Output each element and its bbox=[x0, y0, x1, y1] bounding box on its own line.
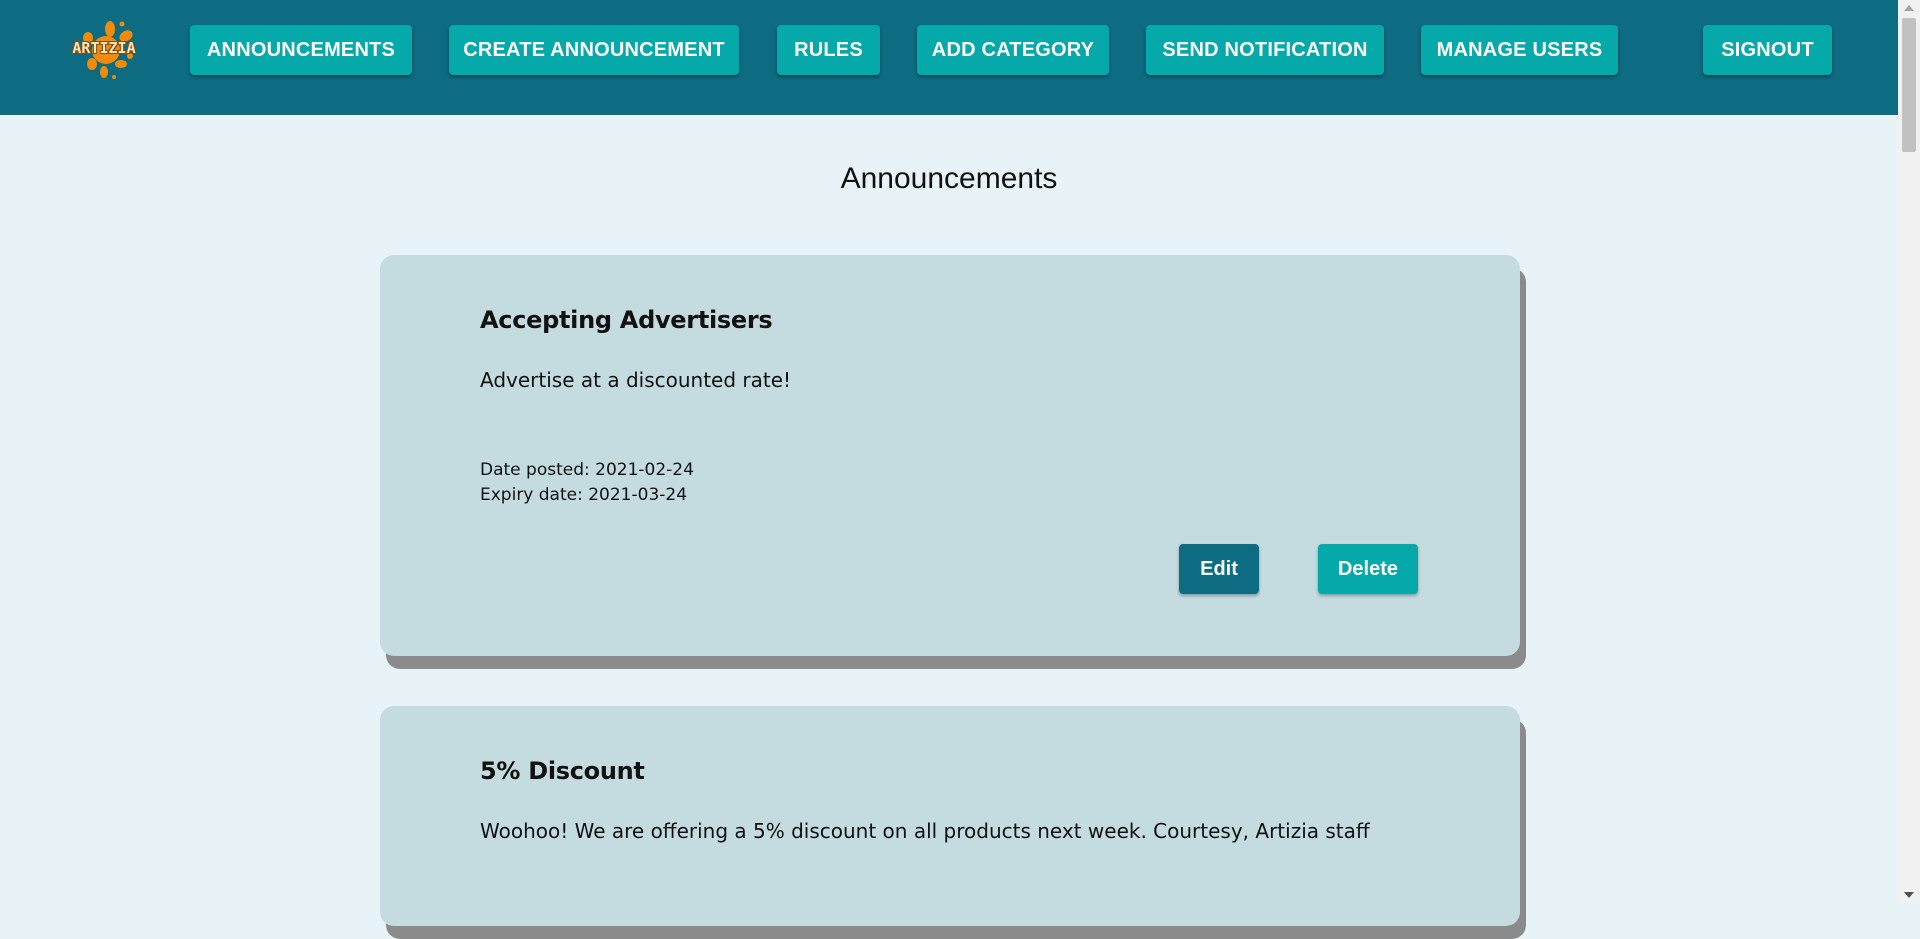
logo-text: ARTIZIA bbox=[72, 39, 136, 57]
nav-send-notification-button[interactable]: SEND NOTIFICATION bbox=[1146, 25, 1384, 75]
nav-announcements-button[interactable]: ANNOUNCEMENTS bbox=[190, 25, 412, 75]
page-title: Announcements bbox=[840, 162, 1058, 195]
nav-rules-button[interactable]: RULES bbox=[777, 25, 880, 75]
announcement-body: Advertise at a discounted rate! bbox=[480, 368, 792, 392]
announcement-title: 5% Discount bbox=[480, 757, 645, 785]
nav-add-category-button[interactable]: ADD CATEGORY bbox=[917, 25, 1109, 75]
signout-button[interactable]: SIGNOUT bbox=[1703, 25, 1832, 75]
announcement-card: 5% Discount Woohoo! We are offering a 5%… bbox=[380, 706, 1520, 926]
date-posted: Date posted: 2021-02-24 bbox=[480, 460, 694, 480]
nav-create-announcement-button[interactable]: CREATE ANNOUNCEMENT bbox=[449, 25, 739, 75]
expiry-date: Expiry date: 2021-03-24 bbox=[480, 485, 688, 505]
scroll-up-arrow-icon[interactable] bbox=[1904, 5, 1914, 11]
scroll-down-arrow-icon[interactable] bbox=[1904, 892, 1914, 898]
announcement-dates: Date posted: 2021-02-24 Expiry date: 202… bbox=[480, 458, 694, 508]
announcement-title: Accepting Advertisers bbox=[480, 306, 773, 334]
nav-manage-users-button[interactable]: MANAGE USERS bbox=[1421, 25, 1618, 75]
top-navigation-bar: ARTIZIA ANNOUNCEMENTS CREATE ANNOUNCEMEN… bbox=[0, 0, 1898, 115]
edit-button[interactable]: Edit bbox=[1179, 544, 1259, 594]
delete-button[interactable]: Delete bbox=[1318, 544, 1418, 594]
artizia-logo[interactable]: ARTIZIA bbox=[66, 20, 142, 80]
scrollbar-thumb[interactable] bbox=[1902, 18, 1916, 152]
vertical-scrollbar[interactable] bbox=[1898, 0, 1920, 903]
announcement-card: Accepting Advertisers Advertise at a dis… bbox=[380, 255, 1520, 656]
announcement-body: Woohoo! We are offering a 5% discount on… bbox=[480, 819, 1370, 843]
